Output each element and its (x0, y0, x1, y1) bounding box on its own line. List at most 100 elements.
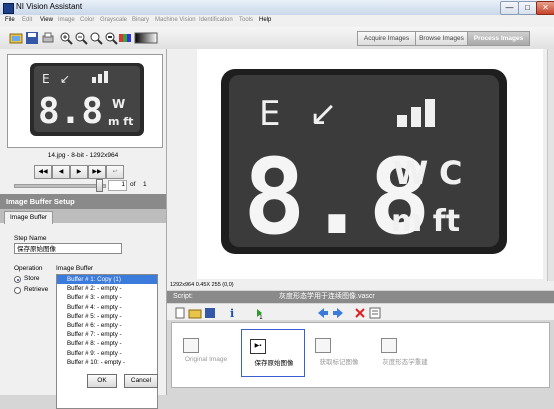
image-thumbnail[interactable]: E ↙ 8.8 W m ft (7, 54, 163, 148)
step-label: 保存原始图像 (254, 360, 294, 367)
title-bar: NI Vision Assistant — □ ✕ (0, 0, 554, 16)
cancel-button[interactable]: Cancel (124, 374, 158, 388)
page-of-label: of (130, 181, 136, 188)
next-icon: ▶ (76, 169, 82, 175)
main-image[interactable]: E ↙ 8.8 W C m ft (197, 49, 543, 279)
step-name-input[interactable]: 保存原始图像 (14, 243, 122, 254)
step-label: 获取标记图像 (319, 359, 359, 366)
step-label: 灰度形态学重建 (382, 359, 428, 366)
menu-identification[interactable]: Identification (199, 17, 233, 23)
move-right-icon[interactable] (330, 305, 346, 321)
page-number[interactable]: 1 (108, 180, 127, 191)
menu-edit[interactable]: Edit (22, 17, 32, 23)
prev-icon: ◀ (58, 169, 64, 175)
palette-icon[interactable] (117, 30, 133, 46)
ok-button[interactable]: OK (87, 374, 117, 388)
buffer-item[interactable]: Buffer # 6: - empty - (57, 321, 157, 330)
vertical-scrollbar[interactable] (547, 49, 554, 286)
operation-label: Operation (14, 265, 43, 272)
thumb-unit-top: W (112, 97, 125, 111)
open-script-icon[interactable] (187, 305, 203, 321)
unit-w: W (393, 154, 428, 192)
last-icon: ▶▶ (92, 169, 102, 175)
tab-process-images[interactable]: Process Images (467, 31, 530, 46)
new-script-icon[interactable] (172, 305, 188, 321)
thumb-unit-bottom: m ft (108, 115, 133, 128)
script-properties-icon[interactable] (367, 305, 383, 321)
script-step-reconstruct[interactable]: 灰度形态学重建 (373, 329, 437, 377)
script-step-original[interactable]: Original Image (174, 329, 238, 377)
menu-binary[interactable]: Binary (132, 17, 149, 23)
step-label: Original Image (184, 356, 228, 363)
menu-file[interactable]: File (5, 17, 15, 23)
menu-tools[interactable]: Tools (239, 17, 253, 23)
buffer-item[interactable]: Buffer # 8: - empty - (57, 339, 157, 348)
info-icon[interactable]: i (224, 305, 240, 321)
tab-browse-images[interactable]: Browse Images (415, 31, 468, 46)
tab-acquire-images[interactable]: Acquire Images (357, 31, 416, 46)
grayscale-palette-icon[interactable] (133, 30, 159, 46)
left-panel: E ↙ 8.8 W m ft 14.jpg - 8-bit - 1292x964… (0, 49, 167, 409)
buffer-item[interactable]: Buffer # 3: - empty - (57, 293, 157, 302)
setup-header: Image Buffer Setup (0, 194, 166, 209)
buffer-item[interactable]: Buffer # 5: - empty - (57, 312, 157, 321)
script-step-get-marker[interactable]: 获取标记图像 (307, 329, 371, 377)
move-left-icon[interactable] (315, 305, 331, 321)
buffer-item[interactable]: Buffer # 10: - empty - (57, 358, 157, 367)
zoom-in-icon[interactable] (58, 30, 74, 46)
script-header: Script: 灰度形态学用于连续图像.vascr (167, 291, 554, 303)
buffer-store-icon: ▶▪ (250, 339, 266, 354)
first-icon: ◀◀ (38, 169, 48, 175)
print-icon[interactable] (40, 30, 56, 46)
menu-image[interactable]: Image (58, 17, 75, 23)
thumb-digits: 8.8 (38, 91, 103, 132)
menu-machine-vision[interactable]: Machine Vision (155, 17, 196, 23)
buffer-item[interactable]: Buffer # 4: - empty - (57, 303, 157, 312)
image-icon (183, 338, 199, 353)
main-toolbar: Acquire Images Browse Images Process Ima… (0, 27, 554, 50)
script-step-store[interactable]: ▶▪ 保存原始图像 (241, 329, 305, 377)
first-image-button[interactable]: ◀◀ (34, 165, 52, 179)
image-slider-thumb[interactable] (96, 179, 103, 192)
image-buffer-list[interactable]: Buffer # 1: Copy (1) Buffer # 2: - empty… (56, 274, 158, 409)
save-script-icon[interactable] (202, 305, 218, 321)
last-image-button[interactable]: ▶▶ (88, 165, 106, 179)
unit-c: C (439, 154, 462, 192)
return-image-button[interactable]: ↩ (106, 165, 124, 179)
svg-text:1: 1 (259, 314, 263, 320)
image-buffer-label: Image Buffer (56, 265, 94, 272)
close-button[interactable]: ✕ (536, 1, 554, 15)
image-display-area[interactable]: E ↙ 8.8 W C m ft (167, 49, 554, 286)
store-radio[interactable] (14, 276, 21, 283)
prev-image-button[interactable]: ◀ (52, 165, 70, 179)
buffer-item[interactable]: Buffer # 9: - empty - (57, 349, 157, 358)
minimize-button[interactable]: — (500, 1, 519, 15)
menu-color[interactable]: Color (80, 17, 94, 23)
save-icon[interactable] (24, 30, 40, 46)
menu-view[interactable]: View (40, 17, 53, 23)
retrieve-radio[interactable] (14, 287, 21, 294)
svg-text:E: E (259, 94, 280, 134)
delete-step-icon[interactable] (352, 305, 368, 321)
buffer-item[interactable]: Buffer # 2: - empty - (57, 284, 157, 293)
run-once-icon[interactable]: 1 (247, 305, 265, 321)
zoom-fit-icon[interactable] (88, 30, 104, 46)
next-image-button[interactable]: ▶ (70, 165, 88, 179)
buffer-item[interactable]: Buffer # 1: Copy (1) (57, 275, 157, 285)
menu-help[interactable]: Help (259, 17, 271, 23)
store-radio-label: Store (24, 275, 40, 282)
script-label: Script: (173, 293, 193, 300)
menu-grayscale[interactable]: Grayscale (100, 17, 127, 23)
page-total: 1 (143, 181, 147, 188)
image-slider-track[interactable] (14, 184, 106, 188)
zoom-out-icon[interactable] (73, 30, 89, 46)
script-steps-area[interactable]: Original Image ▶▪ 保存原始图像 获取标记图像 灰度形态学重建 (171, 322, 550, 388)
buffer-item[interactable]: Buffer # 7: - empty - (57, 330, 157, 339)
app-icon (3, 3, 14, 14)
tab-image-buffer[interactable]: Image Buffer (4, 211, 54, 224)
maximize-button[interactable]: □ (518, 1, 537, 15)
image-info: 14.jpg - 8-bit - 1292x964 (47, 152, 119, 159)
open-image-icon[interactable] (8, 30, 24, 46)
thumb-arrow: ↙ (60, 72, 70, 86)
menu-bar: File Edit View Image Color Grayscale Bin… (0, 15, 554, 27)
